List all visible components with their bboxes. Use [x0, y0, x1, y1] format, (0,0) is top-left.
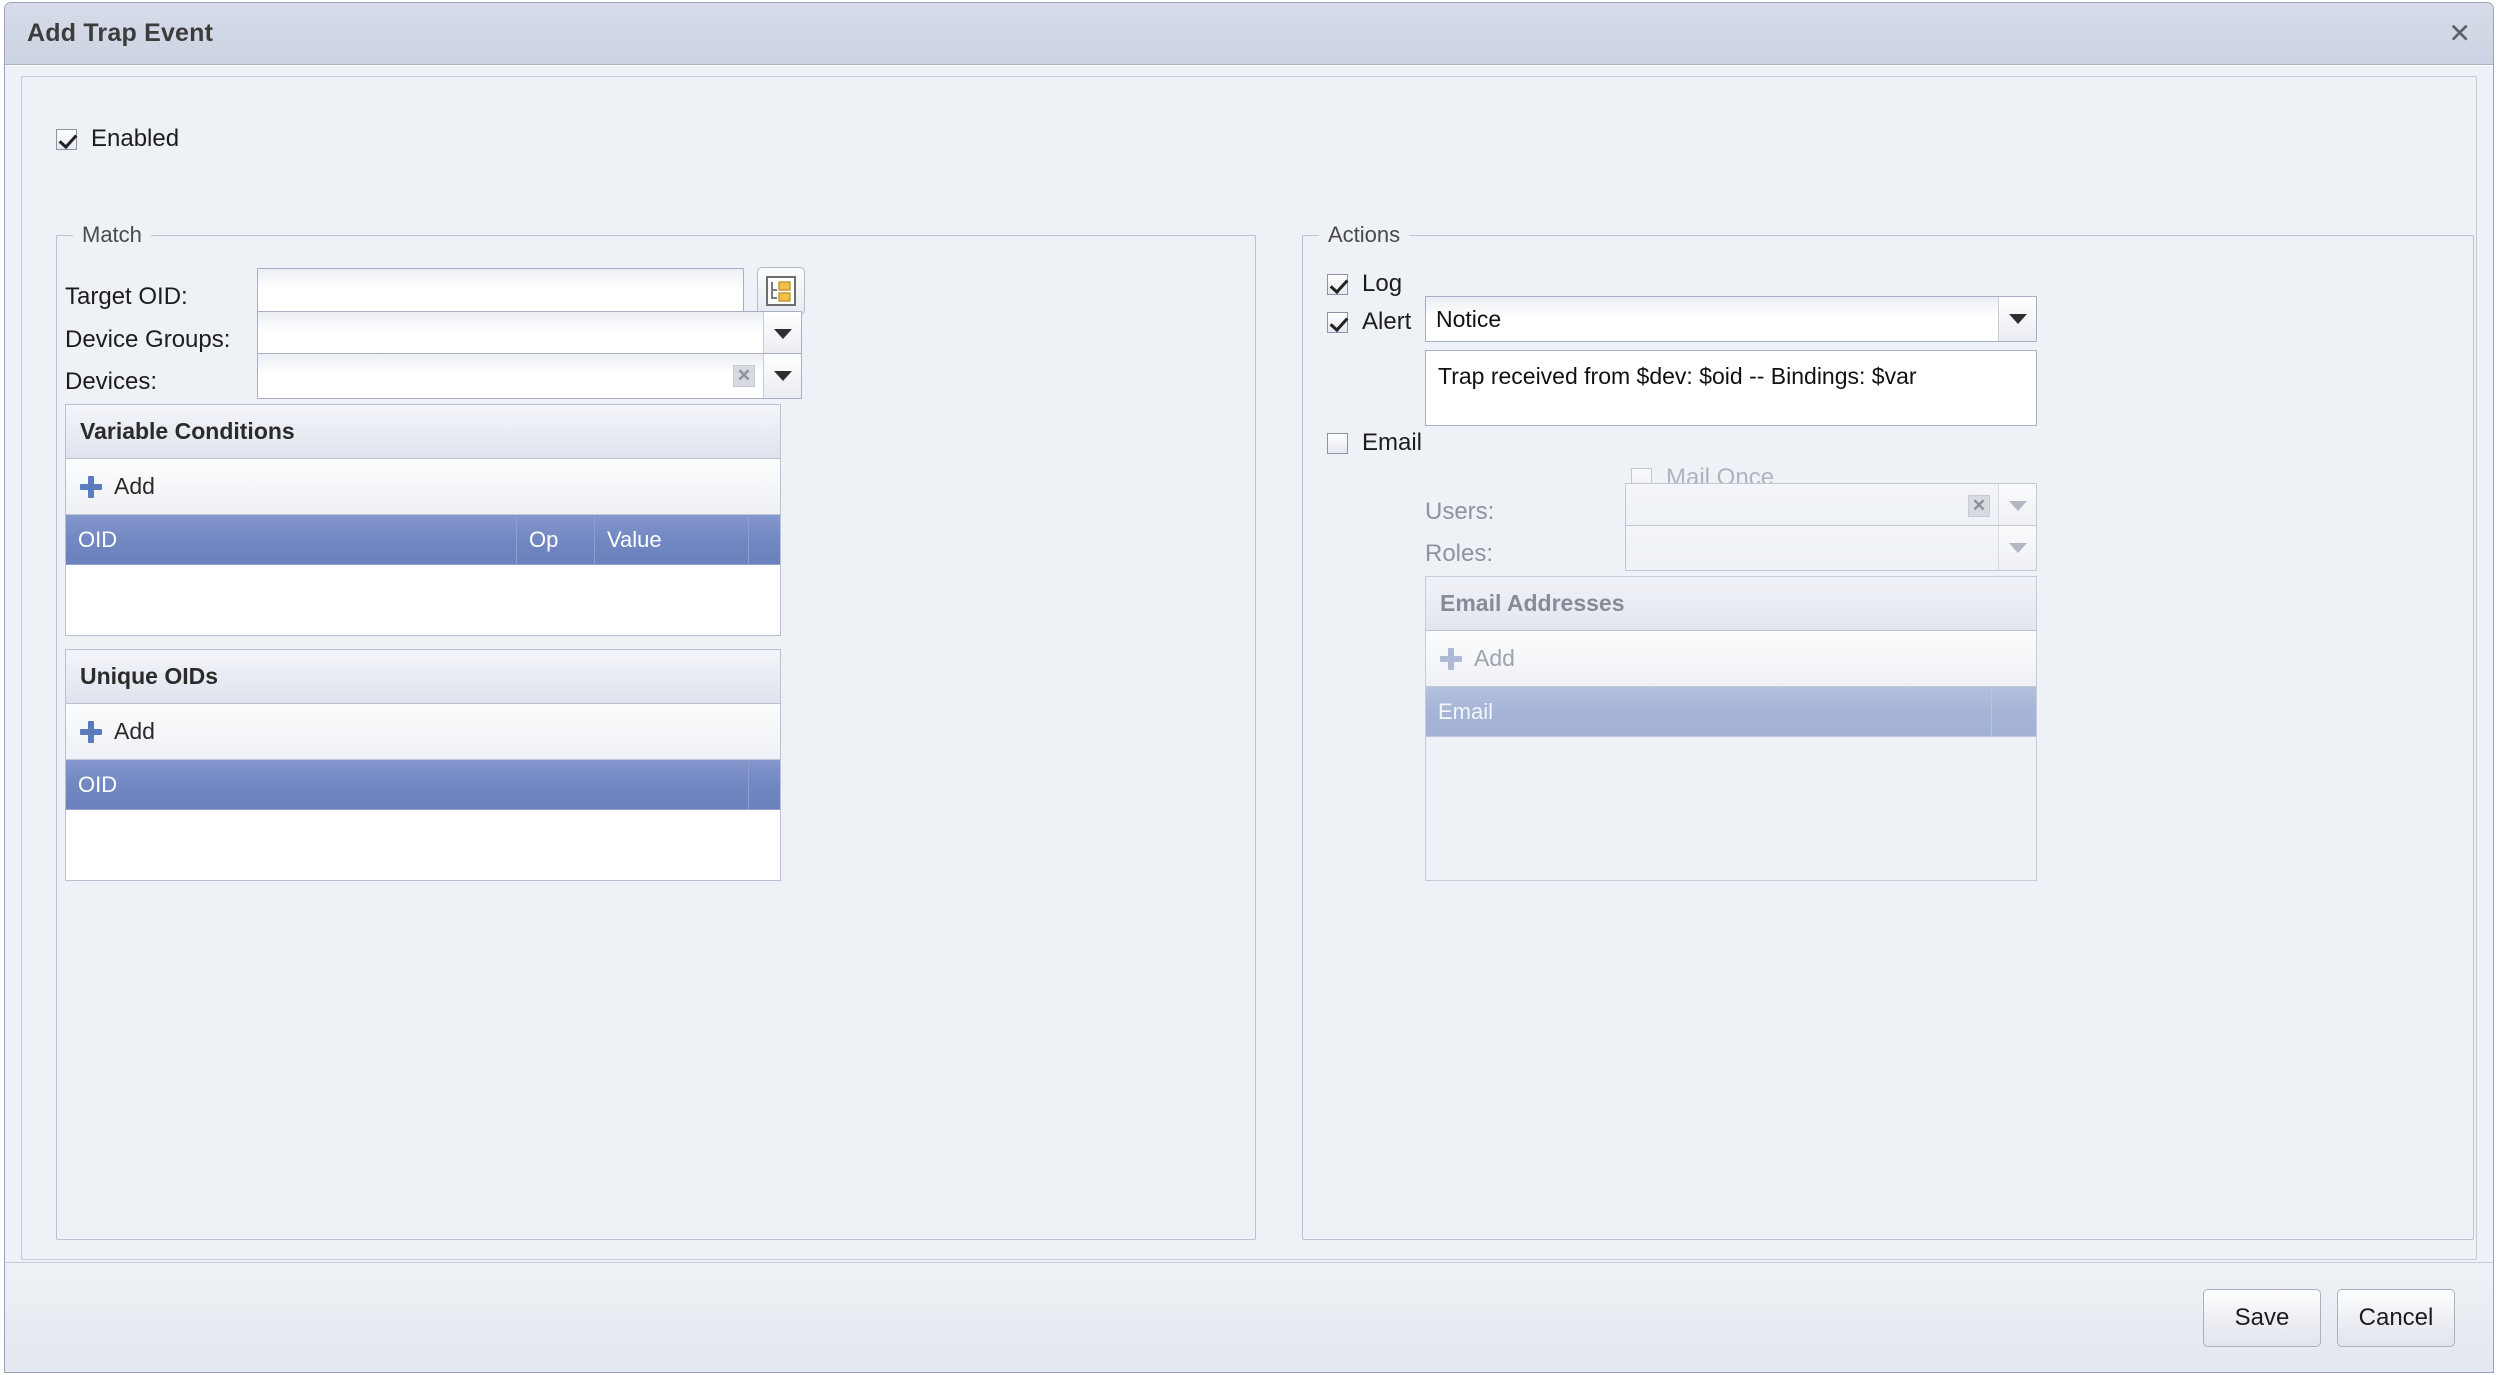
email-checkbox-row[interactable]: Email [1327, 429, 1422, 457]
alert-label: Alert [1362, 308, 1412, 335]
alert-severity-combo[interactable]: Notice [1425, 296, 2037, 342]
devices-value[interactable]: ✕ [258, 354, 763, 398]
variable-conditions-panel: Variable Conditions Add OID Op Value [65, 404, 781, 636]
cancel-button[interactable]: Cancel [2337, 1288, 2455, 1347]
dialog-titlebar: Add Trap Event ✕ [5, 3, 2493, 65]
chevron-down-icon [2008, 543, 2027, 553]
actions-legend: Actions [1319, 222, 1410, 248]
variable-conditions-grid-body[interactable] [66, 565, 780, 635]
email-addresses-grid-body[interactable] [1426, 737, 2036, 880]
column-header-value[interactable]: Value [595, 515, 749, 564]
alert-severity-value[interactable]: Notice [1426, 297, 1998, 341]
alert-severity-chevron-down-icon[interactable] [1998, 297, 2036, 341]
users-label: Users: [1425, 498, 1495, 525]
column-header-op[interactable]: Op [517, 515, 595, 564]
plus-icon [80, 475, 102, 498]
device-groups-label: Device Groups: [65, 326, 231, 353]
target-oid-input[interactable] [257, 268, 744, 314]
users-combo[interactable]: ✕ [1625, 483, 2037, 529]
close-icon[interactable]: ✕ [2448, 20, 2471, 47]
column-header-email[interactable]: Email [1426, 687, 1992, 736]
unique-oids-grid-header: OID [66, 760, 780, 810]
device-groups-chevron-down-icon[interactable] [763, 312, 801, 356]
chevron-down-icon [2008, 501, 2027, 511]
alert-checkbox-row[interactable]: Alert [1327, 308, 1411, 336]
column-header-oid[interactable]: OID [66, 515, 517, 564]
column-header-actions[interactable] [749, 515, 780, 564]
column-header-actions[interactable] [1992, 687, 2036, 736]
enabled-label: Enabled [91, 125, 180, 152]
log-label: Log [1362, 270, 1403, 297]
enabled-checkbox[interactable] [56, 128, 77, 150]
chevron-down-icon [773, 371, 792, 381]
actions-fieldset: Actions Log Alert Notice Trap received f… [1302, 222, 2474, 1240]
plus-icon [80, 720, 102, 743]
log-checkbox-row[interactable]: Log [1327, 270, 1402, 298]
unique-oids-title: Unique OIDs [66, 650, 780, 704]
dialog-body: Enabled Match Target OID: Device Groups:… [5, 65, 2493, 1372]
variable-conditions-title: Variable Conditions [66, 405, 780, 459]
roles-value[interactable] [1626, 526, 1998, 570]
email-label: Email [1362, 429, 1423, 456]
chevron-down-icon [773, 329, 792, 339]
unique-oids-panel: Unique OIDs Add OID [65, 649, 781, 881]
content-frame: Enabled Match Target OID: Device Groups:… [21, 76, 2477, 1260]
email-addresses-panel: Email Addresses Add Email [1425, 576, 2037, 881]
email-checkbox[interactable] [1327, 432, 1348, 454]
oid-tree-browse-icon[interactable] [757, 267, 805, 315]
add-trap-event-dialog: Add Trap Event ✕ Enabled Match Target OI… [4, 2, 2494, 1373]
users-value[interactable]: ✕ [1626, 484, 1998, 528]
log-checkbox[interactable] [1327, 273, 1348, 295]
device-groups-value[interactable] [258, 312, 763, 356]
roles-label: Roles: [1425, 540, 1494, 567]
devices-chevron-down-icon[interactable] [763, 354, 801, 398]
roles-chevron-down-icon[interactable] [1998, 526, 2036, 570]
match-fieldset: Match Target OID: Device Groups: Devices… [56, 222, 1256, 1240]
plus-icon [1440, 647, 1462, 670]
variable-conditions-add-button[interactable]: Add [66, 459, 780, 515]
device-groups-combo[interactable] [257, 311, 802, 357]
tree-folder-icon [766, 276, 796, 306]
dialog-title: Add Trap Event [27, 19, 214, 47]
column-header-oid[interactable]: OID [66, 760, 749, 809]
target-oid-label: Target OID: [65, 283, 188, 310]
alert-message-textarea[interactable]: Trap received from $dev: $oid -- Binding… [1425, 350, 2037, 426]
save-button[interactable]: Save [2203, 1288, 2321, 1347]
unique-oids-add-button[interactable]: Add [66, 704, 780, 760]
roles-combo[interactable] [1625, 525, 2037, 571]
devices-label: Devices: [65, 368, 158, 395]
chevron-down-icon [2008, 314, 2027, 324]
users-chevron-down-icon[interactable] [1998, 484, 2036, 528]
enabled-checkbox-row[interactable]: Enabled [56, 125, 179, 153]
users-clear-icon[interactable]: ✕ [1968, 495, 1990, 517]
alert-checkbox[interactable] [1327, 311, 1348, 333]
column-header-actions[interactable] [749, 760, 780, 809]
dialog-footer: Save Cancel [5, 1262, 2493, 1372]
email-addresses-add-button[interactable]: Add [1426, 631, 2036, 687]
match-legend: Match [73, 222, 151, 248]
email-addresses-grid-header: Email [1426, 687, 2036, 737]
devices-clear-icon[interactable]: ✕ [733, 365, 755, 387]
email-addresses-title: Email Addresses [1426, 577, 2036, 631]
email-addresses-add-label: Add [1474, 645, 1515, 671]
unique-oids-add-label: Add [114, 718, 155, 744]
variable-conditions-grid-header: OID Op Value [66, 515, 780, 565]
devices-combo[interactable]: ✕ [257, 353, 802, 399]
unique-oids-grid-body[interactable] [66, 810, 780, 880]
variable-conditions-add-label: Add [114, 473, 155, 499]
